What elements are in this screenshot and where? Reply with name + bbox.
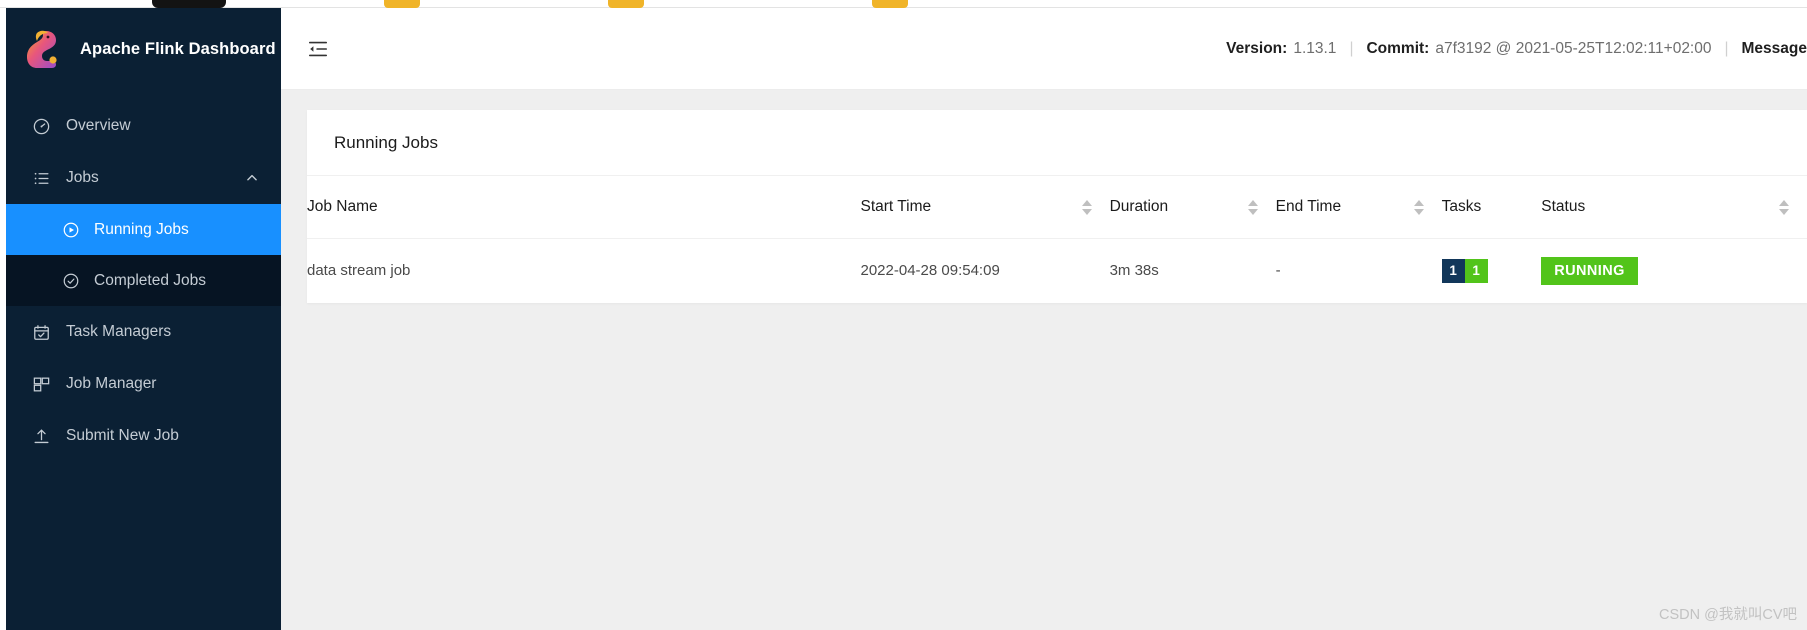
sidebar-item-task-managers[interactable]: Task Managers <box>6 306 281 358</box>
card-title: Running Jobs <box>307 110 1807 176</box>
sidebar-item-label: Completed Jobs <box>94 271 207 289</box>
column-header-label: Start Time <box>860 198 932 216</box>
browser-chrome-strip <box>0 0 1807 8</box>
cell-job-name[interactable]: data stream job <box>307 238 861 303</box>
message-label[interactable]: Message <box>1742 40 1807 58</box>
chevron-up-icon[interactable] <box>245 171 259 185</box>
sort-toggle-duration[interactable] <box>1247 199 1258 215</box>
column-header-label: Job Name <box>307 198 378 216</box>
sidebar-item-label: Job Manager <box>66 375 157 392</box>
sidebar-item-label: Running Jobs <box>94 220 189 238</box>
check-circle-icon <box>60 270 82 292</box>
sort-ascending-icon <box>1247 199 1258 206</box>
column-header-label: Tasks <box>1441 198 1482 216</box>
menu-fold-icon[interactable] <box>301 32 335 66</box>
meta-separator-2: | <box>1724 39 1729 57</box>
meta-separator-1: | <box>1349 39 1354 57</box>
tasks-running-segment: 1 <box>1464 258 1488 283</box>
main-area: Version: 1.13.1 | Commit: a7f3192 @ 2021… <box>281 8 1807 630</box>
tasks-total-segment: 1 <box>1441 258 1465 283</box>
browser-tab-1[interactable] <box>152 0 226 8</box>
column-header-start-time[interactable]: Start Time <box>860 176 1110 239</box>
topbar: Version: 1.13.1 | Commit: a7f3192 @ 2021… <box>281 8 1807 90</box>
version-label: Version: <box>1226 39 1288 57</box>
column-header-duration[interactable]: Duration <box>1109 176 1276 239</box>
cell-end-time: - <box>1275 262 1281 279</box>
column-header-status[interactable]: Status <box>1541 176 1807 239</box>
cell-duration: 3m 38s <box>1109 262 1159 279</box>
cell-start-time: 2022-04-28 09:54:09 <box>860 262 1000 279</box>
app-root: Apache Flink Dashboard Overview Jobs Run… <box>0 0 1807 630</box>
content-area: Running Jobs Job Name Start Time Duratio… <box>281 90 1807 630</box>
sidebar-item-job-manager[interactable]: Job Manager <box>6 358 281 410</box>
sidebar-item-submit-new-job[interactable]: Submit New Job <box>6 410 281 462</box>
sort-ascending-icon <box>1413 199 1424 206</box>
cell-tasks: 1 1 <box>1441 238 1542 303</box>
table-body: data stream job 2022-04-28 09:54:09 3m 3… <box>307 238 1807 303</box>
sort-descending-icon <box>1081 208 1092 215</box>
play-circle-icon <box>60 219 82 241</box>
table-row[interactable]: data stream job 2022-04-28 09:54:09 3m 3… <box>307 238 1807 303</box>
commit-value: a7f3192 @ 2021-05-25T12:02:11+02:00 <box>1435 39 1712 57</box>
sort-descending-icon <box>1779 208 1789 215</box>
column-header-tasks: Tasks <box>1441 176 1542 239</box>
sidebar-nav: Overview Jobs Running Jobs Completed Job… <box>6 100 281 462</box>
sort-ascending-icon <box>1081 199 1092 206</box>
sort-descending-icon <box>1247 208 1258 215</box>
sidebar-item-label: Jobs <box>66 169 99 186</box>
sort-toggle-status[interactable] <box>1779 199 1789 215</box>
dashboard-gauge-icon <box>30 115 52 137</box>
column-header-end-time[interactable]: End Time <box>1275 176 1442 239</box>
tasks-badge: 1 1 <box>1441 258 1488 283</box>
brand-title: Apache Flink Dashboard <box>80 39 276 58</box>
column-header-job-name[interactable]: Job Name <box>307 176 861 239</box>
commit-label: Commit: <box>1366 39 1430 57</box>
sort-ascending-icon <box>1779 199 1789 206</box>
status-badge: RUNNING <box>1541 256 1638 285</box>
running-jobs-card: Running Jobs Job Name Start Time Duratio… <box>307 110 1807 303</box>
sidebar-item-completed-jobs[interactable]: Completed Jobs <box>6 255 281 306</box>
sidebar-item-overview[interactable]: Overview <box>6 100 281 152</box>
table-head: Job Name Start Time Duration End Time Ta… <box>307 176 1807 239</box>
flink-squirrel-logo-icon <box>24 27 66 71</box>
cell-status: RUNNING <box>1541 238 1807 303</box>
column-header-label: End Time <box>1275 198 1342 216</box>
running-jobs-table: Job Name Start Time Duration End Time Ta… <box>307 176 1807 303</box>
column-header-label: Duration <box>1109 198 1169 216</box>
sidebar-item-label: Task Managers <box>66 323 172 340</box>
table-header-row: Job Name Start Time Duration End Time Ta… <box>307 176 1807 239</box>
browser-tab-2[interactable] <box>384 0 420 8</box>
sidebar-item-label: Overview <box>66 117 131 134</box>
version-value: 1.13.1 <box>1293 39 1337 57</box>
sort-toggle-end-time[interactable] <box>1413 199 1424 215</box>
sort-toggle-start-time[interactable] <box>1081 199 1092 215</box>
cluster-blocks-icon <box>30 373 52 395</box>
browser-tab-4[interactable] <box>872 0 908 8</box>
sidebar-item-jobs[interactable]: Jobs <box>6 152 281 204</box>
sidebar-item-running-jobs[interactable]: Running Jobs <box>6 204 281 255</box>
sidebar-item-label: Submit New Job <box>66 427 179 444</box>
sidebar-submenu-jobs: Running Jobs Completed Jobs <box>6 204 281 306</box>
brand[interactable]: Apache Flink Dashboard <box>6 8 281 90</box>
sort-descending-icon <box>1413 208 1424 215</box>
browser-tab-3[interactable] <box>608 0 644 8</box>
column-header-label: Status <box>1541 198 1586 216</box>
sidebar: Apache Flink Dashboard Overview Jobs Run… <box>6 8 281 630</box>
watermark: CSDN @我就叫CV吧 <box>1659 607 1797 623</box>
upload-icon <box>30 425 52 447</box>
topbar-meta: Version: 1.13.1 | Commit: a7f3192 @ 2021… <box>1226 40 1807 58</box>
list-icon <box>30 167 52 189</box>
calendar-check-icon <box>30 321 52 343</box>
